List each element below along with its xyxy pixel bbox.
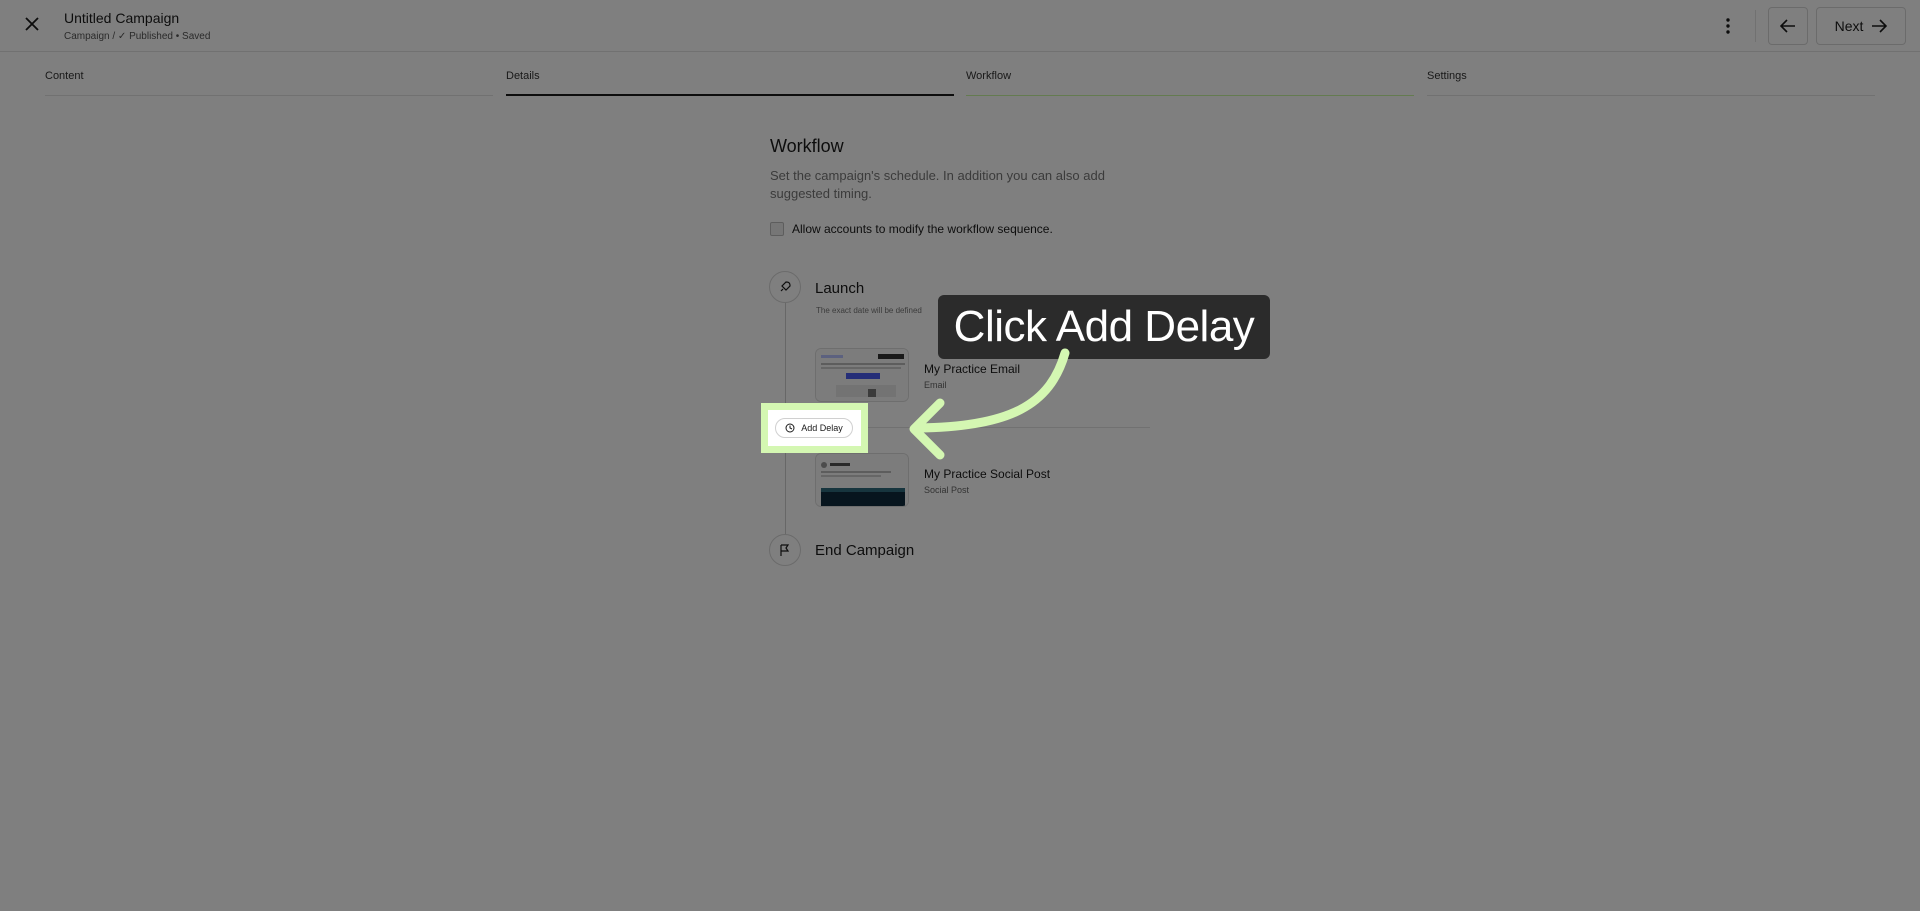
- tab-details[interactable]: Details: [506, 70, 954, 96]
- next-button[interactable]: Next: [1816, 7, 1906, 45]
- social-post-thumbnail[interactable]: [815, 453, 909, 507]
- workflow-section: Workflow Set the campaign's schedule. In…: [770, 136, 1160, 203]
- item-title-email[interactable]: My Practice Email: [924, 362, 1020, 376]
- tab-content[interactable]: Content: [45, 70, 493, 96]
- clock-icon: [785, 423, 795, 433]
- allow-modify-row: Allow accounts to modify the workflow se…: [770, 222, 1053, 236]
- step-tabs: Content Details Workflow Settings: [45, 70, 1875, 96]
- email-thumbnail[interactable]: [815, 348, 909, 402]
- close-icon[interactable]: [20, 12, 44, 36]
- flag-icon: [769, 534, 801, 566]
- tutorial-tooltip: Click Add Delay: [938, 295, 1270, 359]
- more-options-icon[interactable]: [1718, 13, 1738, 39]
- campaign-title-block: Untitled Campaign Campaign / ✓ Published…: [64, 10, 210, 42]
- breadcrumb: Campaign / ✓ Published • Saved: [64, 31, 211, 42]
- workflow-description: Set the campaign's schedule. In addition…: [770, 168, 1105, 201]
- tab-settings[interactable]: Settings: [1427, 70, 1875, 96]
- add-delay-button-highlighted[interactable]: Add Delay: [775, 418, 853, 438]
- item-type-email: Email: [924, 380, 947, 390]
- tab-workflow[interactable]: Workflow: [966, 70, 1414, 96]
- launch-note: The exact date will be defined: [816, 306, 922, 315]
- arrow-right-icon: [1872, 19, 1888, 33]
- arrow-left-icon: [1780, 19, 1795, 33]
- header-divider: [1755, 10, 1756, 42]
- item-type-social: Social Post: [924, 485, 970, 495]
- end-campaign-label: End Campaign: [815, 542, 915, 559]
- page-title: Workflow: [770, 136, 844, 156]
- rocket-icon: [769, 271, 801, 303]
- allow-modify-label: Allow accounts to modify the workflow se…: [792, 222, 1053, 236]
- add-delay-label-highlighted: Add Delay: [801, 423, 843, 433]
- campaign-title: Untitled Campaign: [64, 10, 180, 26]
- allow-modify-checkbox[interactable]: [770, 222, 784, 236]
- next-button-label: Next: [1834, 18, 1864, 34]
- top-header: Untitled Campaign Campaign / ✓ Published…: [0, 0, 1920, 52]
- back-button[interactable]: [1768, 7, 1808, 45]
- item-title-social[interactable]: My Practice Social Post: [924, 467, 1050, 481]
- launch-label: Launch: [815, 280, 865, 297]
